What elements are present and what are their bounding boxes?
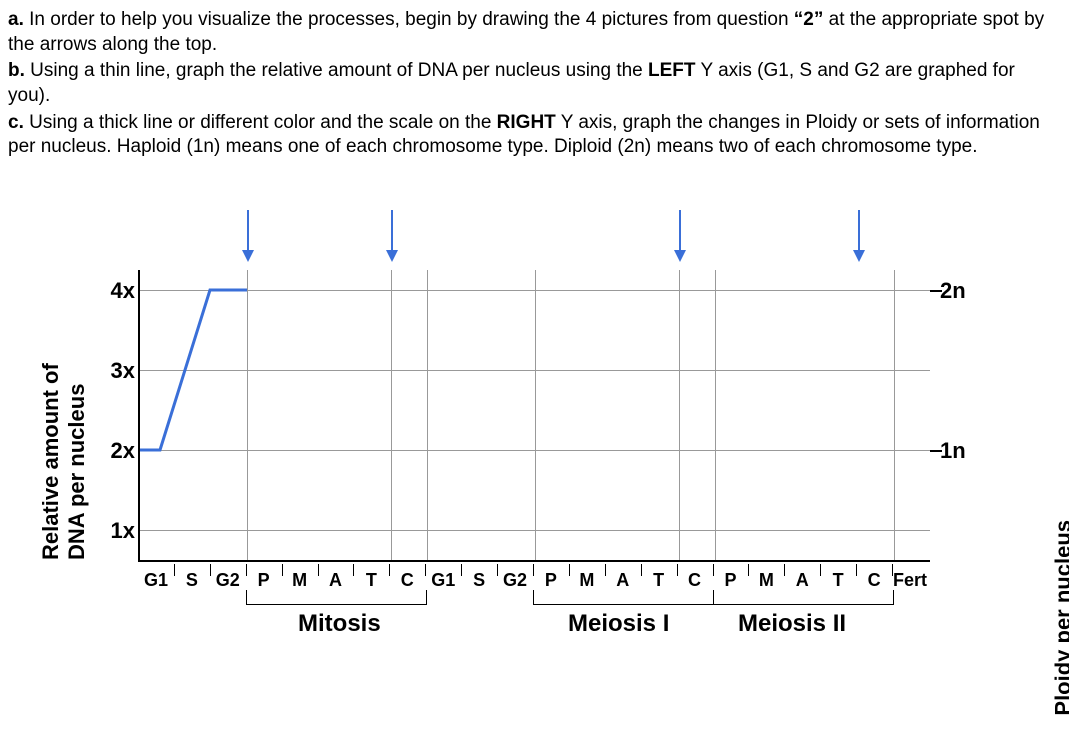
dna-line [140,270,930,560]
xtick: G1 [138,570,174,591]
y-left-line2: DNA per nucleus [64,363,90,560]
xtick: M [282,570,318,591]
xtick: C [677,570,713,591]
bold-a: “2” [794,9,824,30]
xtick: P [533,570,569,591]
figure: Relative amount of DNA per nucleus Ploid… [8,240,1061,740]
bracket-mitosis [246,590,427,605]
ytick-2n: 2n [940,278,980,304]
label-meiosis1: Meiosis I [568,610,669,638]
xtick: C [389,570,425,591]
y-left-line1: Relative amount of [38,363,63,560]
y-axis-right-label: Ploidy per nucleus [1051,520,1069,716]
label-b: b. [8,60,25,81]
xtick: G2 [497,570,533,591]
ytick-4x: 4x [95,278,135,304]
xtick: C [856,570,892,591]
xtick: A [784,570,820,591]
xtick: P [246,570,282,591]
ytick-1n: 1n [940,438,980,464]
y-axis-left-label: Relative amount of DNA per nucleus [38,363,90,560]
label-c: c. [8,112,24,133]
text-a: In order to help you visualize the proce… [24,9,794,30]
x-axis-labels: G1 S G2 P M A T C G1 S G2 P M A T C P M … [138,570,928,591]
xtick: M [748,570,784,591]
xtick: G2 [210,570,246,591]
xtick: T [641,570,677,591]
xtick: M [569,570,605,591]
xtick: S [174,570,210,591]
instruction-c: c. Using a thick line or different color… [8,111,1061,160]
xtick: A [318,570,354,591]
plot-area: 4x 3x 2x 1x 2n 1n [138,270,930,562]
instructions-block: a. In order to help you visualize the pr… [8,8,1061,160]
instruction-a: a. In order to help you visualize the pr… [8,8,1061,57]
label-meiosis2: Meiosis II [738,610,846,638]
label-a: a. [8,9,24,30]
ytick-3x: 3x [95,358,135,384]
xtick: Fert [892,570,928,591]
bold-c: RIGHT [497,112,556,133]
arrow-icon-2 [391,210,393,260]
xtick: G1 [425,570,461,591]
xtick: P [713,570,749,591]
bracket-meiosis2 [713,590,894,605]
arrow-icon-4 [858,210,860,260]
ytick-1x: 1x [95,518,135,544]
xtick: T [820,570,856,591]
ytick-2x: 2x [95,438,135,464]
arrow-icon-3 [679,210,681,260]
arrow-icon-1 [247,210,249,260]
text-b: Using a thin line, graph the relative am… [25,60,648,81]
bracket-meiosis1 [533,590,714,605]
bold-b: LEFT [648,60,696,81]
xtick: T [353,570,389,591]
text-c: Using a thick line or different color an… [24,112,497,133]
xtick: S [461,570,497,591]
instruction-b: b. Using a thin line, graph the relative… [8,59,1061,108]
xtick: A [605,570,641,591]
label-mitosis: Mitosis [298,610,381,638]
